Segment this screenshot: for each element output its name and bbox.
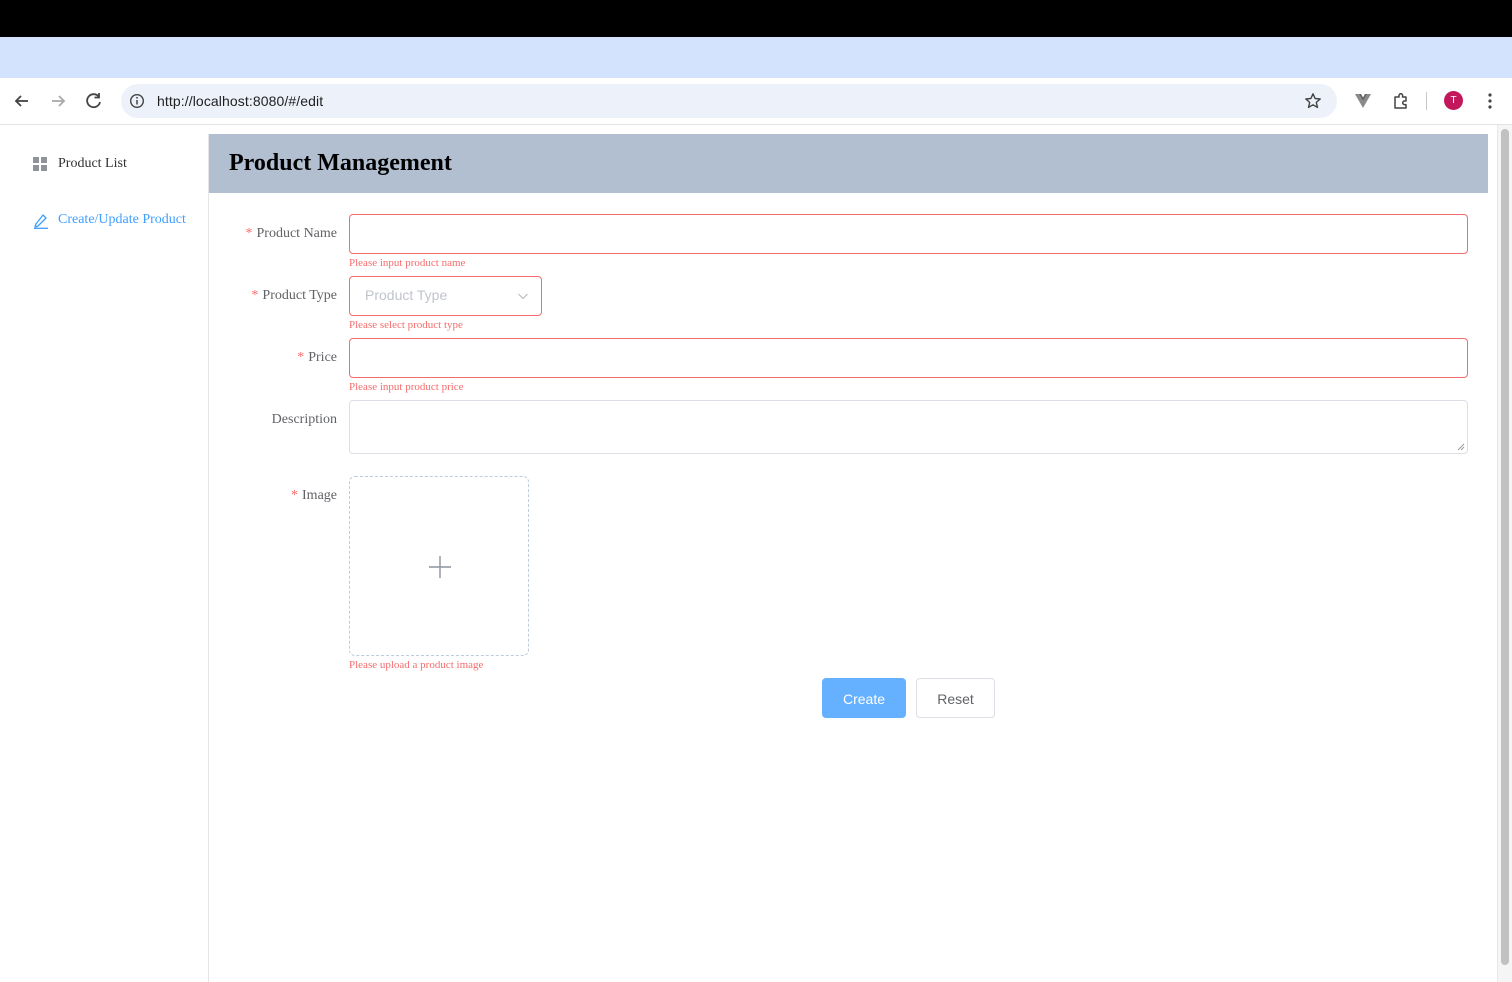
required-mark: *: [245, 226, 253, 241]
scrollbar-thumb[interactable]: [1501, 129, 1509, 965]
required-mark: *: [251, 288, 259, 303]
create-button[interactable]: Create: [822, 678, 906, 718]
product-name-error: Please input product name: [349, 257, 466, 269]
description-label: Description: [271, 412, 337, 427]
product-name-input[interactable]: [349, 214, 1468, 254]
sidebar-item-label: Create/Update Product: [58, 212, 186, 227]
profile-avatar[interactable]: T: [1444, 91, 1463, 110]
price-input[interactable]: [349, 338, 1468, 378]
vue-devtools-icon[interactable]: [1354, 92, 1372, 110]
reload-icon[interactable]: [81, 88, 107, 114]
page-scrollbar[interactable]: [1497, 125, 1512, 982]
reset-button[interactable]: Reset: [916, 678, 995, 718]
page-title: Product Management: [229, 150, 452, 176]
image-upload-area[interactable]: [349, 476, 529, 656]
required-mark: *: [297, 350, 305, 365]
url-text: http://localhost:8080/#/edit: [157, 93, 324, 109]
product-name-label: * Product Name: [245, 226, 337, 241]
edit-pen-icon: [34, 214, 48, 229]
description-textarea[interactable]: [349, 400, 1468, 454]
sidebar-menu: Product List Create/Update Product: [9, 134, 209, 982]
info-icon[interactable]: [129, 93, 145, 109]
address-bar[interactable]: http://localhost:8080/#/edit: [121, 84, 1337, 118]
bookmark-star-icon[interactable]: [1304, 92, 1322, 110]
resize-handle-icon[interactable]: [1457, 443, 1465, 451]
grid-icon: [33, 157, 47, 171]
toolbar-divider: [1426, 92, 1427, 110]
product-type-label: * Product Type: [251, 288, 337, 303]
extensions-icon[interactable]: [1391, 91, 1411, 111]
browser-toolbar: http://localhost:8080/#/edit T: [0, 78, 1512, 125]
product-type-error: Please select product type: [349, 319, 463, 331]
browser-tab-strip: product-management-fe ✕ +: [0, 37, 1512, 115]
more-menu-icon[interactable]: [1480, 91, 1500, 111]
required-mark: *: [291, 488, 299, 503]
app-page: Product List Create/Update Product Produ…: [9, 125, 1497, 982]
price-error: Please input product price: [349, 381, 464, 393]
plus-icon: [429, 556, 451, 578]
page-header: Product Management: [209, 134, 1488, 193]
product-type-select[interactable]: Product Type: [349, 276, 542, 316]
product-type-placeholder: Product Type: [365, 287, 448, 303]
sidebar-item-label: Product List: [58, 156, 127, 171]
os-menu-bar: [0, 0, 1512, 37]
image-label: * Image: [291, 488, 337, 503]
price-label: * Price: [297, 350, 337, 365]
chevron-down-icon: [518, 293, 528, 300]
back-icon[interactable]: [9, 88, 35, 114]
image-error: Please upload a product image: [349, 659, 484, 671]
forward-icon[interactable]: [45, 88, 71, 114]
